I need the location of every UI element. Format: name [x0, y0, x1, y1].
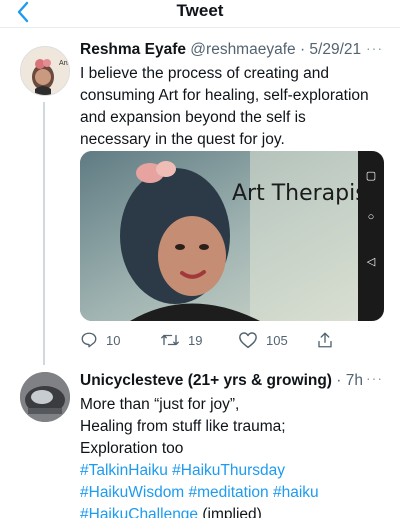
more-icon[interactable]: ··· — [366, 40, 383, 56]
tweet-text-line: necessary in the quest for joy. — [80, 131, 285, 148]
avatar[interactable]: Art — [20, 46, 70, 96]
tweet-text: I believe the process of creating and co… — [80, 63, 390, 151]
tweet-header: Unicyclesteve (21+ yrs & growing) · 7h — [80, 372, 363, 390]
author-name[interactable]: Reshma Eyafe — [80, 41, 186, 58]
avatar-text: Art — [59, 60, 68, 67]
hashtag-line[interactable]: #TalkinHaiku #HaikuThursday — [80, 460, 390, 482]
tweet-text-fragment: (implied) — [198, 506, 262, 518]
hashtag-link[interactable]: #HaikuChallenge — [80, 506, 198, 518]
like-button[interactable]: 105 — [238, 330, 288, 350]
triangle-back-icon: ◁ — [366, 256, 376, 268]
tweet-text-line: I believe the process of creating and — [80, 65, 330, 82]
tweet-text-line: and expansion beyond the self is — [80, 109, 306, 126]
avatar[interactable] — [20, 372, 70, 422]
tweet-time[interactable]: · 7h — [336, 372, 363, 389]
page-title: Tweet — [176, 1, 224, 20]
retweet-button[interactable]: 19 — [160, 330, 202, 350]
more-icon[interactable]: ··· — [366, 370, 383, 386]
tweet-text-line: More than “just for joy”, — [80, 396, 240, 413]
tweet-text: More than “just for joy”, Healing from s… — [80, 394, 390, 518]
square-icon: ▢ — [365, 170, 377, 182]
phone-nav-strip: ▢ ○ ◁ — [358, 151, 384, 321]
reply-icon — [81, 332, 97, 348]
tweet-text-line: Exploration too — [80, 440, 184, 457]
thread-connector — [43, 102, 45, 365]
tweet-header: Reshma Eyafe @reshmaeyafe · 5/29/21 — [80, 41, 361, 59]
share-icon — [318, 332, 332, 348]
reply-count: 10 — [106, 332, 121, 348]
top-bar: Tweet — [0, 0, 400, 28]
author-handle[interactable]: @reshmaeyafe — [190, 41, 295, 58]
like-icon — [239, 332, 257, 349]
hashtag-line[interactable]: #HaikuWisdom #meditation #haiku — [80, 482, 390, 504]
like-count: 105 — [266, 332, 288, 348]
share-button[interactable] — [316, 330, 342, 350]
author-name[interactable]: Unicyclesteve (21+ yrs & growing) — [80, 372, 332, 389]
media-image[interactable]: Art Therapist ▢ ○ ◁ — [80, 151, 384, 321]
retweet-count: 19 — [188, 332, 203, 348]
tweet-text-line: Healing from stuff like trauma; — [80, 418, 286, 435]
tweet-text-line: consuming Art for healing, self-explorat… — [80, 87, 369, 104]
tweet-date[interactable]: · 5/29/21 — [300, 41, 361, 58]
hashtag-line: #HaikuChallenge (implied) — [80, 504, 390, 518]
media-caption: Art Therapist — [232, 181, 376, 206]
reply-button[interactable]: 10 — [80, 330, 120, 350]
circle-icon: ○ — [367, 211, 375, 223]
tweet-actions: 10 19 105 — [80, 330, 380, 352]
retweet-icon — [161, 334, 179, 346]
